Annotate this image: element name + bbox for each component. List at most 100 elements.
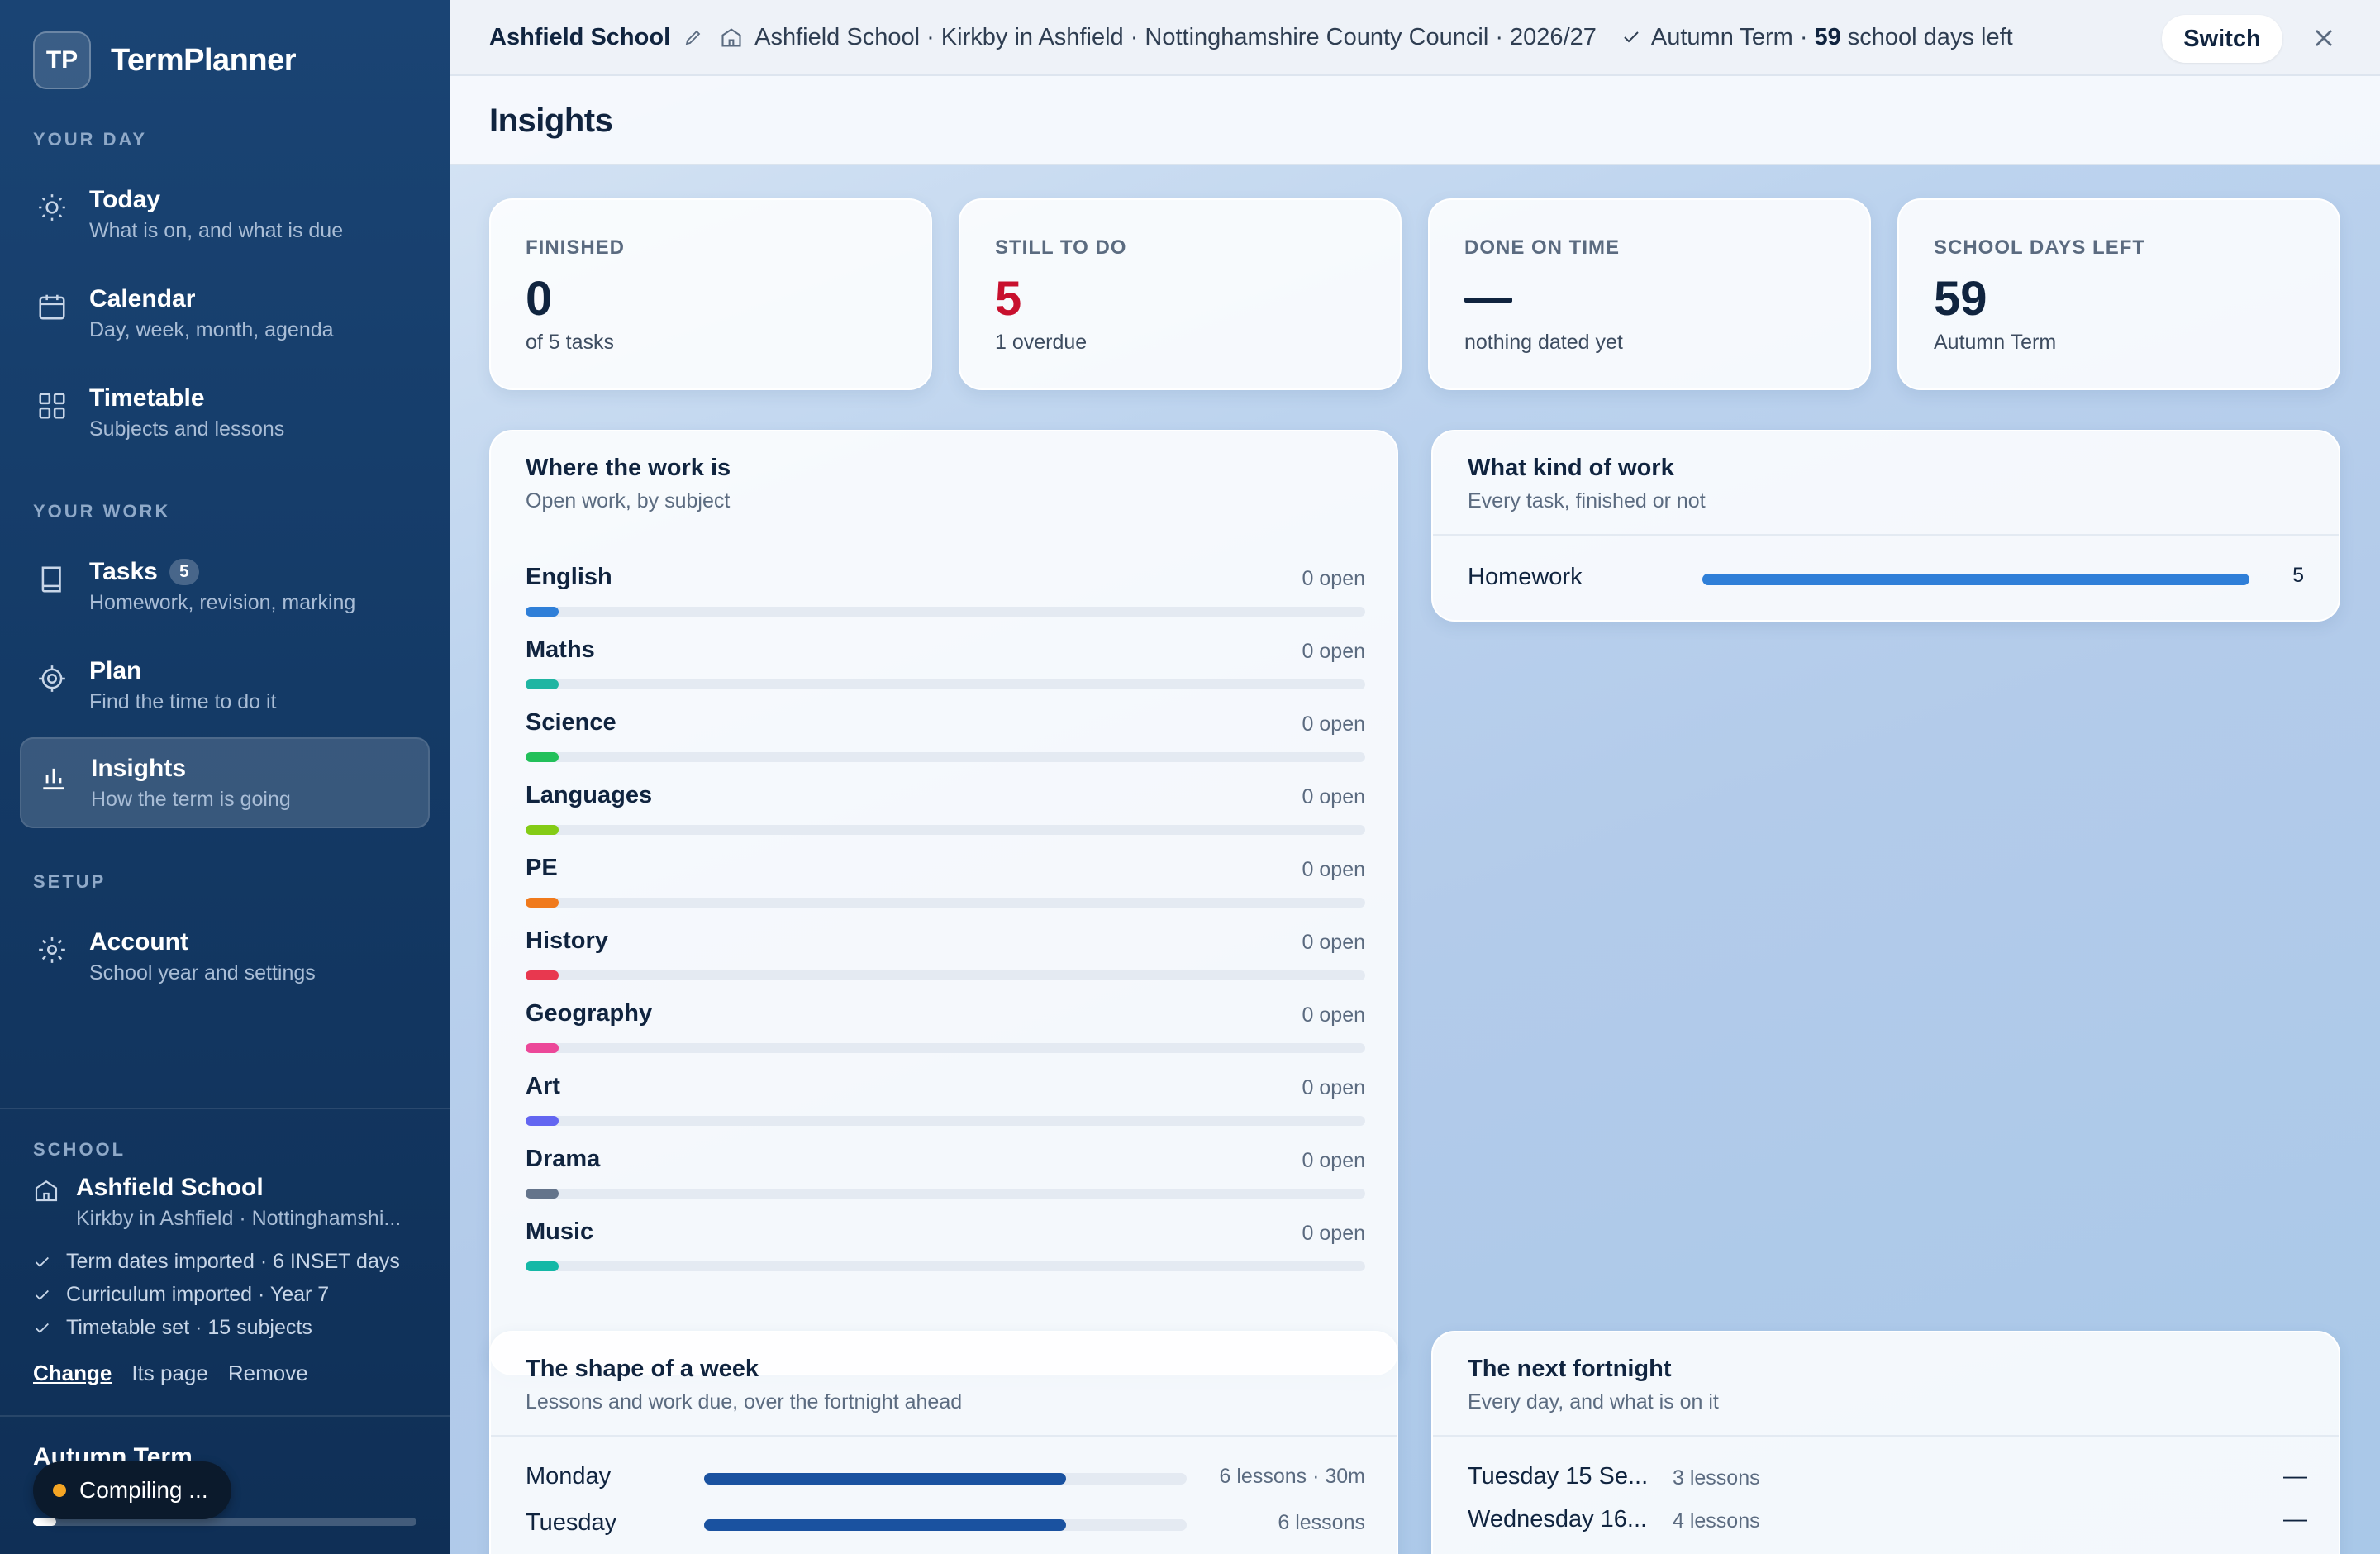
school-links: Change Its page Remove — [33, 1361, 308, 1386]
school-icon — [721, 28, 741, 47]
kind-bar-track — [1702, 574, 2249, 585]
subject-row[interactable]: PE 0 open — [526, 855, 1365, 927]
subject-color-swatch — [526, 679, 559, 689]
subject-bar-track — [526, 970, 1365, 980]
school-check-text: Timetable set · 15 subjects — [66, 1316, 312, 1339]
school-name: Ashfield School — [76, 1174, 264, 1201]
close-icon[interactable] — [2309, 23, 2339, 53]
subject-name: Art — [526, 1073, 560, 1099]
term-progress-fill — [33, 1518, 56, 1526]
subject-open-count: 0 open — [1302, 785, 1365, 808]
sidebar-item-timetable[interactable]: Timetable Subjects and lessons — [20, 367, 430, 458]
subject-bar-track — [526, 898, 1365, 908]
week-row: Monday 6 lessons · 30m — [526, 1463, 1365, 1496]
subject-row[interactable]: Geography 0 open — [526, 1000, 1365, 1073]
school-check-text: Curriculum imported · Year 7 — [66, 1283, 330, 1306]
week-day: Tuesday — [526, 1509, 617, 1536]
subject-open-count: 0 open — [1302, 1003, 1365, 1027]
sidebar-item-insights[interactable]: Insights How the term is going — [20, 737, 430, 828]
check-icon — [36, 1256, 49, 1267]
compiling-toast: Compiling ... — [33, 1461, 231, 1519]
sidebar-item-subtitle: Day, week, month, agenda — [89, 317, 334, 341]
stat-label: SCHOOL DAYS LEFT — [1934, 236, 2146, 259]
fortnight-due: — — [2283, 1506, 2307, 1533]
subject-row[interactable]: Art 0 open — [526, 1073, 1365, 1146]
sidebar-item-title: Today — [89, 185, 161, 213]
school-check-text: Term dates imported · 6 INSET days — [66, 1250, 400, 1273]
brand[interactable]: TP TermPlanner — [33, 31, 296, 89]
fortnight-card: The next fortnight Every day, and what i… — [1431, 1331, 2340, 1554]
subject-bar-track — [526, 752, 1365, 762]
stat-value: 59 — [1934, 272, 1987, 326]
school-page-link[interactable]: Its page — [131, 1361, 208, 1386]
school-location: Kirkby in Ashfield · Nottinghamshi... — [76, 1207, 402, 1230]
change-school-link[interactable]: Change — [33, 1361, 112, 1386]
gear-icon — [39, 937, 65, 963]
card-title: The shape of a week — [526, 1356, 759, 1382]
sidebar-item-tasks[interactable]: Tasks 5 Homework, revision, marking — [20, 541, 430, 632]
subject-bar-track — [526, 1189, 1365, 1199]
section-label-your-work: YOUR WORK — [33, 501, 171, 522]
week-row: Tuesday 6 lessons — [526, 1509, 1365, 1542]
sidebar-item-today[interactable]: Today What is on, and what is due — [20, 169, 430, 260]
topbar-school-name[interactable]: Ashfield School — [489, 24, 670, 51]
subject-row[interactable]: Maths 0 open — [526, 636, 1365, 709]
fortnight-day-row[interactable]: Tuesday 15 Se... 3 lessons — — [1468, 1463, 2307, 1496]
subject-row[interactable]: Science 0 open — [526, 709, 1365, 782]
fortnight-date: Tuesday 15 Se... — [1468, 1463, 1649, 1490]
kind-bar-fill — [1702, 574, 2249, 585]
stat-card-finished: FINISHED 0 of 5 tasks — [489, 198, 932, 390]
subjects-card: Where the work is Open work, by subject … — [489, 430, 1398, 1375]
fortnight-day-row[interactable]: Wednesday 16... 4 lessons — — [1468, 1506, 2307, 1539]
subject-open-count: 0 open — [1302, 931, 1365, 954]
stat-card-school-days-left: SCHOOL DAYS LEFT 59 Autumn Term — [1897, 198, 2340, 390]
fortnight-date: Wednesday 16... — [1468, 1506, 1648, 1533]
remove-school-link[interactable]: Remove — [228, 1361, 308, 1386]
sidebar-item-title: Timetable — [89, 384, 205, 412]
fortnight-lessons: 4 lessons — [1673, 1509, 1760, 1533]
sidebar-item-calendar[interactable]: Calendar Day, week, month, agenda — [20, 268, 430, 359]
card-title: Where the work is — [526, 455, 731, 481]
sidebar-item-plan[interactable]: Plan Find the time to do it — [20, 640, 430, 731]
subject-color-swatch — [526, 607, 559, 617]
sidebar-item-account[interactable]: Account School year and settings — [20, 911, 430, 1002]
subject-name: Drama — [526, 1146, 601, 1172]
sidebar-item-label: Tasks — [89, 557, 158, 585]
sidebar-item-subtitle: School year and settings — [89, 961, 316, 984]
sidebar-item-subtitle: Subjects and lessons — [89, 417, 285, 441]
kind-label: Homework — [1468, 564, 1583, 590]
topbar-days-count: 59 — [1814, 23, 1841, 50]
grid-icon — [39, 393, 65, 419]
subject-bar-track — [526, 679, 1365, 689]
subject-row[interactable]: Drama 0 open — [526, 1146, 1365, 1218]
subject-open-count: 0 open — [1302, 858, 1365, 881]
subject-row[interactable]: Music 0 open — [526, 1218, 1365, 1291]
subject-row[interactable]: English 0 open — [526, 564, 1365, 636]
page-title: Insights — [489, 102, 613, 139]
switch-button[interactable]: Switch — [2162, 15, 2282, 63]
stat-value: 0 — [526, 272, 553, 326]
subject-row[interactable]: History 0 open — [526, 927, 1365, 1000]
section-label-setup: SETUP — [33, 871, 107, 892]
pencil-icon[interactable] — [683, 27, 703, 47]
check-icon — [36, 1323, 49, 1333]
week-bar-track — [704, 1473, 1187, 1485]
school-check-row: Term dates imported · 6 INSET days — [33, 1250, 400, 1274]
sidebar-item-subtitle: What is on, and what is due — [89, 218, 344, 242]
card-divider — [1433, 534, 2339, 536]
target-icon — [39, 665, 65, 692]
subject-name: Geography — [526, 1000, 653, 1027]
subject-row[interactable]: Languages 0 open — [526, 782, 1365, 855]
stat-label: DONE ON TIME — [1464, 236, 1621, 259]
subject-name: English — [526, 564, 612, 590]
stat-sub: 1 overdue — [995, 331, 1088, 354]
stat-label: STILL TO DO — [995, 236, 1127, 259]
week-bar-fill — [704, 1519, 1066, 1531]
main-content: Insights FINISHED 0 of 5 tasks STILL TO … — [450, 76, 2380, 1554]
stat-value: 5 — [995, 272, 1022, 326]
sidebar-divider — [0, 1415, 450, 1417]
subject-color-swatch — [526, 1261, 559, 1271]
sidebar-item-subtitle: How the term is going — [91, 787, 291, 811]
topbar: Ashfield School Ashfield School · Kirkby… — [450, 0, 2380, 76]
school-check-row: Curriculum imported · Year 7 — [33, 1283, 329, 1307]
